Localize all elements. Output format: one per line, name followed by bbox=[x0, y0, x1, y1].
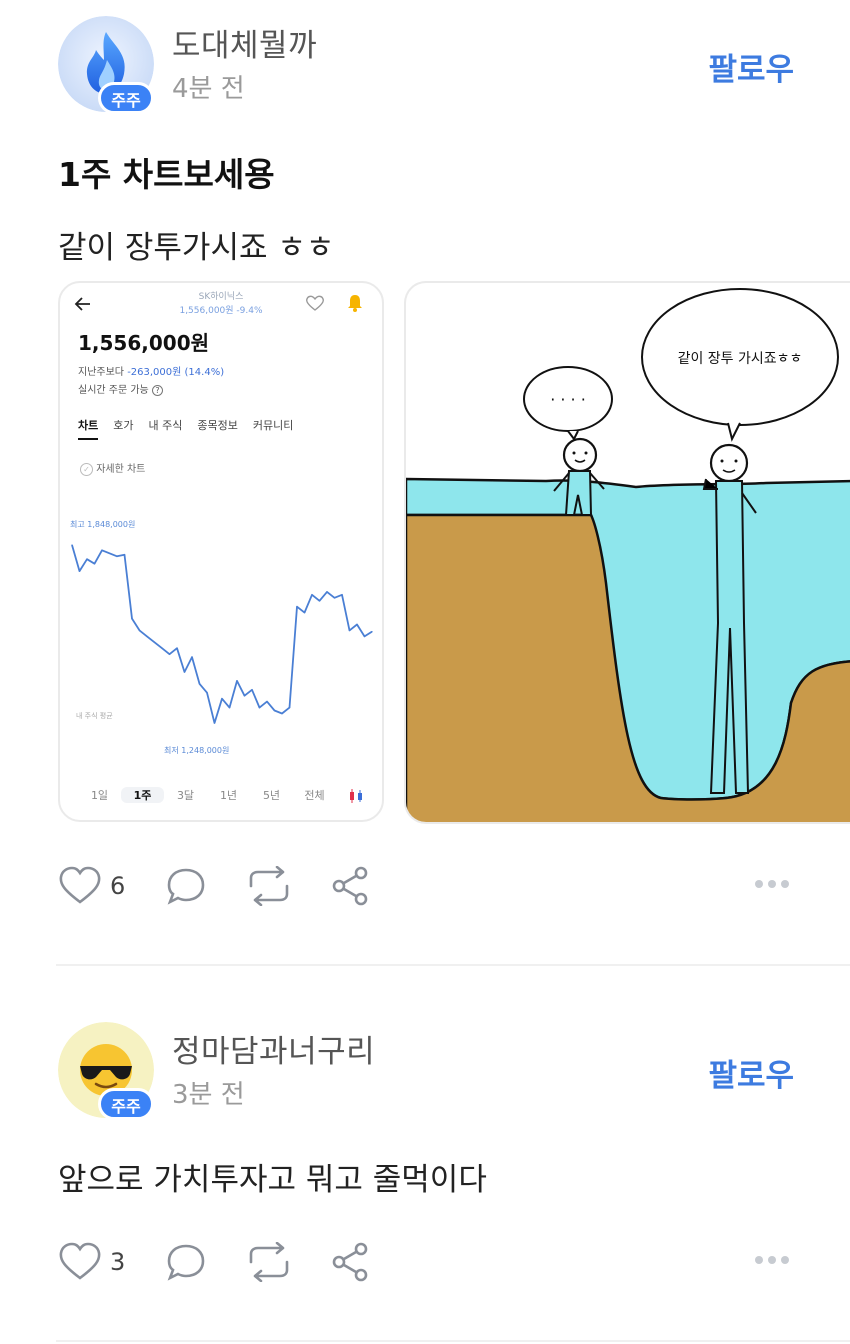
candlestick-icon[interactable] bbox=[348, 788, 364, 804]
price-point-3 bbox=[93, 563, 96, 565]
price-point-29 bbox=[288, 707, 291, 709]
period-0[interactable]: 1일 bbox=[78, 787, 121, 803]
post-body: 앞으로 가치투자고 뭐고 줄먹이다 bbox=[58, 1162, 487, 1198]
post-body: 같이 장투가시죠 ㅎㅎ bbox=[58, 230, 335, 266]
price-point-1 bbox=[78, 570, 81, 572]
price-point-24 bbox=[251, 689, 253, 691]
heart-icon bbox=[59, 1242, 101, 1280]
period-selector: 1일 1주 3달 1년 5년 전체 bbox=[78, 787, 336, 803]
period-5[interactable]: 전체 bbox=[293, 787, 336, 803]
small-bubble-text: · · · · bbox=[550, 390, 586, 409]
price-point-21 bbox=[228, 707, 231, 709]
period-4[interactable]: 5년 bbox=[250, 787, 293, 803]
price-point-22 bbox=[236, 680, 238, 682]
price-point-0 bbox=[71, 544, 73, 546]
post-divider bbox=[56, 1340, 850, 1342]
post-2: 주주 정마담과너구리 3분 전 팔로우 앞으로 가치투자고 뭐고 줄먹이다 3 bbox=[0, 966, 850, 1344]
shareholder-badge: 주주 bbox=[98, 1088, 154, 1120]
price-point-11 bbox=[153, 641, 156, 643]
period-3[interactable]: 1년 bbox=[207, 787, 250, 803]
post-actions: 3 bbox=[58, 1238, 401, 1286]
price-point-37 bbox=[348, 629, 351, 631]
more-options-icon[interactable] bbox=[754, 878, 790, 890]
price-point-33 bbox=[318, 600, 321, 602]
post-time: 3분 전 bbox=[172, 1080, 245, 1110]
price-point-27 bbox=[273, 709, 276, 712]
price-point-13 bbox=[168, 653, 171, 655]
comment-button[interactable] bbox=[165, 1242, 207, 1282]
author-name[interactable]: 도대체뭘까 bbox=[172, 20, 317, 65]
like-button[interactable]: 6 bbox=[58, 866, 125, 906]
period-2[interactable]: 3달 bbox=[164, 787, 207, 803]
price-point-40 bbox=[371, 631, 373, 633]
author-avatar[interactable]: 주주 bbox=[58, 1022, 154, 1120]
price-point-18 bbox=[206, 692, 208, 694]
post-title: 1주 차트보세용 bbox=[58, 155, 275, 194]
price-point-7 bbox=[123, 554, 126, 556]
price-point-34 bbox=[326, 591, 328, 593]
meme-image[interactable]: · · · · 같이 장투 가시죠ㅎㅎ bbox=[404, 281, 850, 824]
price-line-chart bbox=[71, 544, 373, 724]
price-point-39 bbox=[363, 635, 366, 637]
price-point-9 bbox=[138, 629, 141, 631]
comment-icon bbox=[167, 1244, 205, 1281]
price-point-19 bbox=[213, 722, 216, 724]
share-icon bbox=[332, 1242, 368, 1282]
like-count: 3 bbox=[110, 1248, 126, 1276]
price-point-23 bbox=[243, 695, 246, 697]
more-options-icon[interactable] bbox=[754, 1254, 790, 1266]
price-point-8 bbox=[131, 618, 133, 620]
heart-icon bbox=[59, 866, 101, 904]
period-1[interactable]: 1주 bbox=[121, 787, 164, 803]
share-icon bbox=[332, 866, 368, 906]
price-series-line bbox=[71, 544, 373, 724]
share-button[interactable] bbox=[329, 865, 371, 907]
price-point-6 bbox=[116, 555, 118, 557]
price-point-2 bbox=[86, 558, 88, 560]
price-point-15 bbox=[183, 671, 186, 673]
price-point-4 bbox=[101, 549, 103, 551]
repost-button[interactable] bbox=[245, 866, 293, 906]
price-point-26 bbox=[266, 701, 268, 703]
author-avatar[interactable]: 주주 bbox=[58, 16, 154, 114]
comment-icon bbox=[167, 868, 205, 905]
price-point-30 bbox=[296, 606, 298, 608]
post-actions: 6 bbox=[58, 862, 401, 910]
price-point-17 bbox=[198, 683, 201, 685]
price-point-10 bbox=[146, 635, 148, 637]
repost-button[interactable] bbox=[245, 1242, 293, 1282]
price-point-38 bbox=[356, 623, 358, 626]
shareholder-badge: 주주 bbox=[98, 82, 154, 114]
repost-icon bbox=[249, 866, 289, 906]
big-bubble-text: 같이 장투 가시죠ㅎㅎ bbox=[678, 351, 803, 367]
price-point-28 bbox=[281, 712, 283, 715]
post-time: 4분 전 bbox=[172, 74, 245, 104]
stock-chart-image[interactable]: SK하이닉스 1,556,000원 -9.4% 1,556,000원 지난주보다… bbox=[58, 281, 384, 822]
price-point-16 bbox=[191, 656, 193, 658]
author-name[interactable]: 정마담과너구리 bbox=[172, 1026, 375, 1071]
share-button[interactable] bbox=[329, 1241, 371, 1283]
price-point-32 bbox=[311, 594, 313, 596]
post-1: 주주 도대체뭘까 4분 전 팔로우 1주 차트보세용 같이 장투가시죠 ㅎㅎ S… bbox=[0, 0, 850, 965]
repost-icon bbox=[249, 1242, 289, 1282]
price-point-5 bbox=[108, 552, 111, 554]
price-point-36 bbox=[341, 594, 343, 596]
like-count: 6 bbox=[110, 872, 126, 900]
follow-button[interactable]: 팔로우 bbox=[708, 44, 794, 89]
price-point-35 bbox=[333, 597, 336, 599]
price-point-12 bbox=[161, 647, 163, 649]
price-point-25 bbox=[258, 707, 261, 709]
follow-button[interactable]: 팔로우 bbox=[708, 1050, 794, 1095]
comment-button[interactable] bbox=[165, 866, 207, 906]
like-button[interactable]: 3 bbox=[58, 1242, 125, 1282]
price-point-31 bbox=[303, 612, 306, 614]
price-point-20 bbox=[221, 698, 223, 700]
meme-illustration: · · · · 같이 장투 가시죠ㅎㅎ bbox=[406, 288, 850, 822]
price-point-14 bbox=[176, 647, 178, 649]
